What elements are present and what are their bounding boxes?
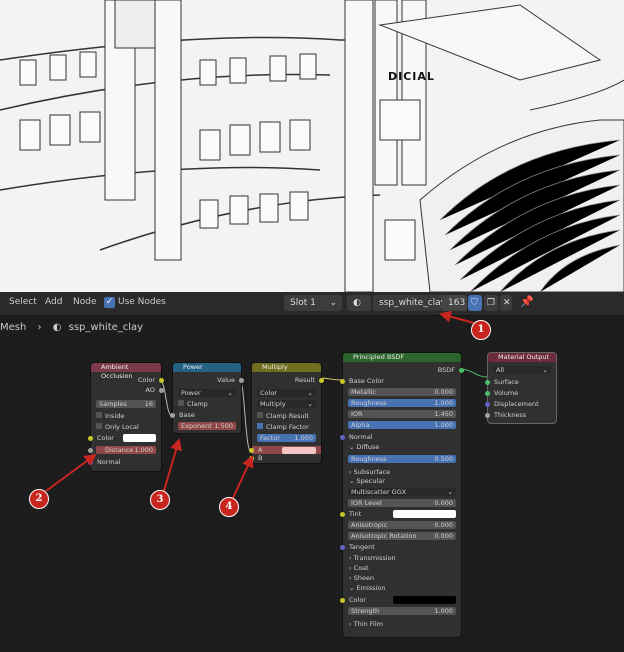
annotation-badge-1: 1 xyxy=(471,320,491,340)
3d-viewport[interactable]: DICIAL xyxy=(0,0,624,292)
annotation-badge-4: 4 xyxy=(219,497,239,517)
annotation-badge-3: 3 xyxy=(150,490,170,510)
annotation-badge-2: 2 xyxy=(29,489,49,509)
annotation-arrows xyxy=(45,310,475,501)
building-line-art xyxy=(0,0,624,292)
building-sign-text: DICIAL xyxy=(388,70,435,83)
shader-editor[interactable]: Select Add Node ✓ Use Nodes Slot 1 ⌄ ◐ s… xyxy=(0,292,624,652)
